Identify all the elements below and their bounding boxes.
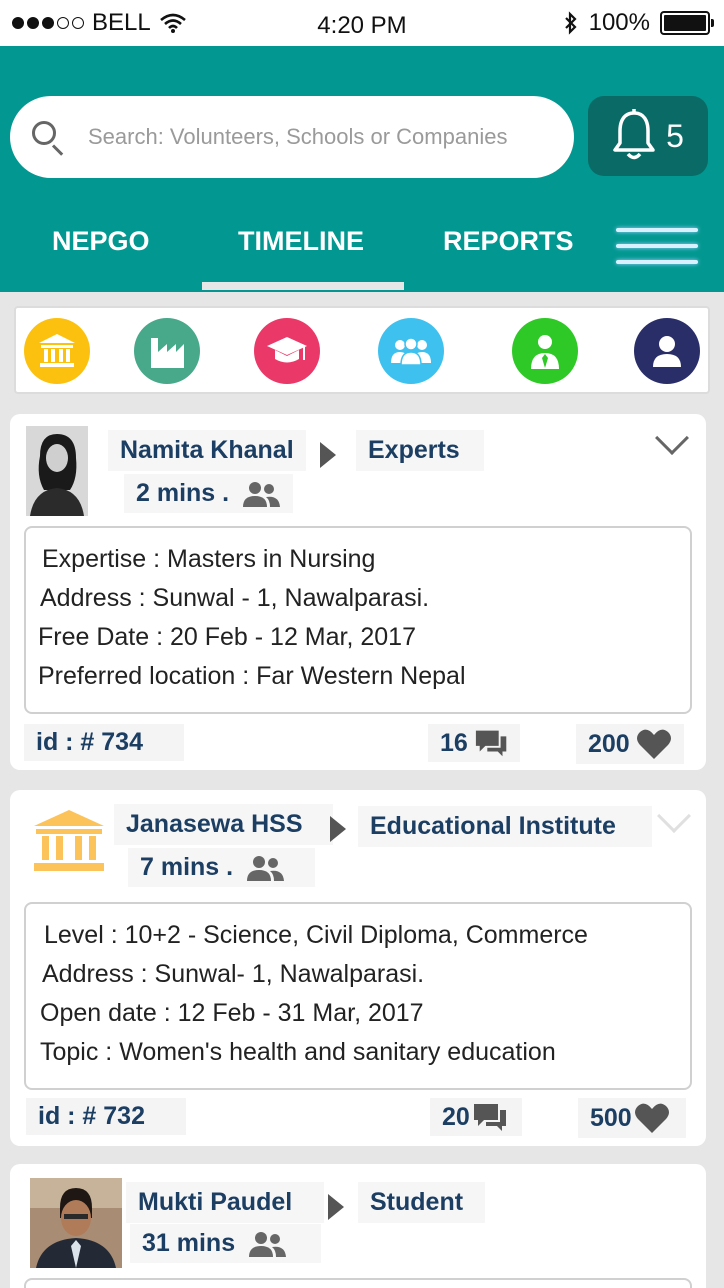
detail-line: Open date : 12 Feb - 31 Mar, 2017 bbox=[40, 999, 424, 1027]
graduation-cap-icon bbox=[267, 337, 307, 363]
timeline-card[interactable]: Janasewa HSS Educational Institute 7 min… bbox=[10, 790, 706, 1146]
search-input[interactable]: Search: Volunteers, Schools or Companies bbox=[88, 124, 548, 150]
factory-icon bbox=[151, 338, 184, 368]
post-time: 31 mins bbox=[130, 1224, 322, 1263]
category-experts[interactable] bbox=[512, 318, 578, 384]
post-details: Expertise : Masters in Nursing Address :… bbox=[24, 526, 692, 714]
arrow-right-icon bbox=[328, 1194, 344, 1220]
category-filter-bar bbox=[14, 306, 710, 394]
profile-photo bbox=[30, 1178, 122, 1268]
chevron-down-icon[interactable] bbox=[655, 421, 689, 455]
category-company[interactable] bbox=[134, 318, 200, 384]
detail-line: Free Date : 20 Feb - 12 Mar, 2017 bbox=[38, 623, 416, 651]
search-icon bbox=[28, 117, 68, 157]
like-count: 200 bbox=[588, 729, 630, 758]
bank-icon bbox=[34, 810, 104, 871]
active-tab-indicator bbox=[202, 282, 404, 290]
comment-icon bbox=[473, 1104, 506, 1131]
like-count: 500 bbox=[590, 1103, 632, 1132]
notification-button[interactable]: 5 bbox=[588, 96, 708, 176]
post-time-text: 7 mins . bbox=[140, 853, 234, 881]
battery-percentage: 100% bbox=[588, 9, 650, 36]
user-icon bbox=[653, 336, 681, 367]
category-volunteers[interactable] bbox=[378, 318, 444, 384]
search-bar[interactable]: Search: Volunteers, Schools or Companies bbox=[10, 96, 574, 178]
timeline-card[interactable]: Namita Khanal Experts 2 mins . Expertise… bbox=[10, 414, 706, 770]
detail-line: Level : 10+2 - Science, Civil Diploma, C… bbox=[44, 921, 588, 949]
like-button[interactable]: 200 bbox=[576, 724, 684, 764]
poster-name[interactable]: Janasewa HSS bbox=[114, 804, 333, 845]
post-id: id : # 734 bbox=[24, 724, 184, 761]
comment-button[interactable]: 16 bbox=[428, 724, 520, 762]
group-icon bbox=[243, 481, 281, 507]
category-institution[interactable] bbox=[24, 318, 90, 384]
group-icon bbox=[391, 337, 431, 366]
detail-line: Preferred location : Far Western Nepal bbox=[38, 662, 466, 690]
heart-icon bbox=[634, 1103, 669, 1133]
poster-name[interactable]: Mukti Paudel bbox=[126, 1182, 325, 1223]
chevron-down-icon[interactable] bbox=[657, 799, 691, 833]
post-time: 2 mins . bbox=[124, 474, 294, 513]
arrow-right-icon bbox=[320, 442, 336, 468]
battery-icon bbox=[660, 11, 714, 35]
bell-icon bbox=[613, 109, 655, 160]
post-category[interactable]: Educational Institute bbox=[358, 806, 652, 847]
profile-photo bbox=[26, 426, 88, 516]
group-icon bbox=[247, 855, 285, 881]
comment-count: 20 bbox=[442, 1102, 470, 1131]
category-students[interactable] bbox=[634, 318, 700, 384]
post-id: id : # 732 bbox=[26, 1098, 186, 1135]
group-icon bbox=[249, 1231, 287, 1257]
post-time: 7 mins . bbox=[128, 848, 316, 887]
tab-nepgo[interactable]: NEPGO bbox=[52, 226, 150, 257]
comment-button[interactable]: 20 bbox=[430, 1098, 522, 1136]
bluetooth-icon bbox=[564, 11, 577, 35]
detail-line: Address : Sunwal- 1, Nawalparasi. bbox=[42, 960, 425, 988]
arrow-right-icon bbox=[330, 816, 346, 842]
status-bar: BELL 4:20 PM 100% bbox=[0, 0, 724, 46]
menu-icon[interactable] bbox=[616, 224, 698, 268]
tab-reports[interactable]: REPORTS bbox=[443, 226, 574, 257]
post-details: Level : 10+2 - Science, Civil Diploma, C… bbox=[24, 902, 692, 1090]
post-category[interactable]: Experts bbox=[356, 430, 484, 471]
post-time-text: 31 mins bbox=[142, 1229, 236, 1257]
bank-icon bbox=[39, 334, 75, 367]
professional-icon bbox=[531, 335, 559, 369]
like-button[interactable]: 500 bbox=[578, 1098, 686, 1138]
post-time-text: 2 mins . bbox=[136, 479, 230, 507]
timeline-card[interactable]: Mukti Paudel Student 31 mins bbox=[10, 1164, 706, 1288]
tab-bar: NEPGO TIMELINE REPORTS bbox=[0, 216, 724, 292]
post-details bbox=[24, 1278, 692, 1288]
detail-line: Address : Sunwal - 1, Nawalparasi. bbox=[40, 584, 430, 612]
tab-timeline[interactable]: TIMELINE bbox=[238, 226, 364, 257]
comment-icon bbox=[475, 730, 507, 757]
detail-line: Topic : Women's health and sanitary educ… bbox=[40, 1038, 556, 1066]
category-school[interactable] bbox=[254, 318, 320, 384]
app-header: Search: Volunteers, Schools or Companies… bbox=[0, 46, 724, 292]
detail-line: Expertise : Masters in Nursing bbox=[42, 545, 376, 573]
post-category[interactable]: Student bbox=[358, 1182, 486, 1223]
heart-icon bbox=[636, 729, 671, 759]
poster-name[interactable]: Namita Khanal bbox=[108, 430, 306, 471]
comment-count: 16 bbox=[440, 728, 468, 757]
notification-count: 5 bbox=[666, 117, 684, 154]
